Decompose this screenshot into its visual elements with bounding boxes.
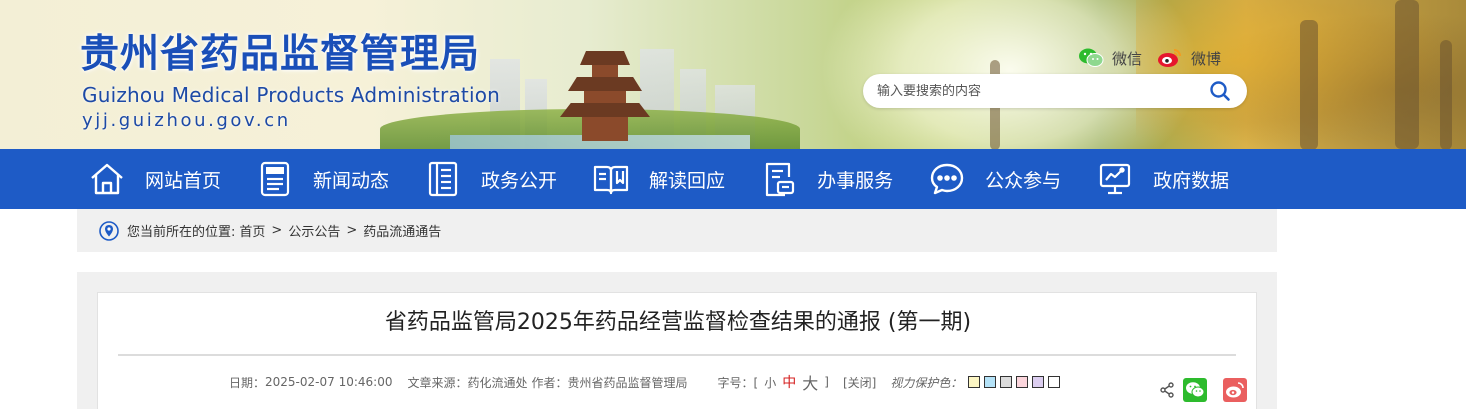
nav-home[interactable]: 网站首页 [89, 149, 221, 209]
date-value: 2025-02-07 10:46:00 [265, 375, 393, 389]
font-medium-button[interactable]: 中 [782, 372, 796, 392]
site-english-name: Guizhou Medical Products Administration [82, 83, 501, 107]
breadcrumb-link-home[interactable]: 首页 [239, 221, 265, 240]
font-size-label: 字号：[ [717, 375, 759, 390]
close-page-link[interactable]: [关闭] [843, 374, 876, 391]
wechat-label: 微信 [1112, 49, 1143, 68]
nav-gov-data[interactable]: 政府数据 [1097, 149, 1229, 209]
nav-label: 解读回应 [649, 169, 726, 192]
search-button[interactable] [1207, 78, 1233, 104]
tree-trunk [1440, 40, 1452, 149]
font-small-button[interactable]: 小 [764, 374, 776, 391]
nav-label: 政务公开 [481, 169, 558, 192]
wechat-link[interactable]: 微信 [1078, 46, 1142, 70]
site-title: 贵州省药品监督管理局 [80, 32, 481, 77]
font-large-button[interactable]: 大 [802, 370, 818, 394]
search-box [863, 74, 1247, 108]
breadcrumb-link-circulation[interactable]: 药品流通通告 [363, 221, 441, 240]
search-icon [1210, 81, 1230, 101]
site-domain: yjj.guizhou.gov.cn [82, 110, 291, 131]
location-pin-icon [99, 220, 119, 241]
data-monitor-icon [1097, 161, 1133, 197]
eye-care-swatch-pink[interactable] [1016, 376, 1029, 388]
nav-interpretation[interactable]: 解读回应 [593, 149, 725, 209]
author-value: 贵州省药品监督管理局 [567, 375, 688, 390]
jiaxiu-pavilion-illustration [560, 41, 650, 141]
nav-services[interactable]: 办事服务 [761, 149, 893, 209]
wechat-icon [1186, 382, 1205, 398]
open-book-icon [593, 161, 629, 197]
eye-care-swatch-white[interactable] [1048, 376, 1061, 388]
eye-care-swatch-yellow[interactable] [968, 376, 981, 388]
font-size-control: 字号：[ 小 中 大 ] [718, 370, 829, 394]
author-label: 作者： [531, 375, 568, 390]
nav-label: 公众参与 [985, 169, 1062, 192]
breadcrumb-prefix: 您当前所在的位置: [127, 225, 236, 240]
eye-care-label: 视力保护色： [890, 375, 963, 390]
nav-label: 新闻动态 [313, 169, 390, 192]
share-wechat-button[interactable] [1183, 378, 1207, 402]
weibo-icon [1226, 382, 1244, 398]
source-value: 药化流通处 [467, 375, 528, 390]
source-label: 文章来源： [407, 375, 468, 390]
chat-bubble-icon [929, 161, 965, 197]
main-nav: 网站首页 新闻动态 政务公开 解读回应 办事服务 公众参与 政府数据 [0, 149, 1466, 209]
share-icon [1159, 382, 1175, 398]
date-label: 日期： [229, 375, 266, 390]
document-list-icon [425, 161, 461, 197]
share-bar [1159, 378, 1247, 402]
tree-trunk [1395, 0, 1419, 149]
eye-care-swatch-purple[interactable] [1032, 376, 1045, 388]
share-weibo-button[interactable] [1223, 378, 1247, 402]
breadcrumb-link-notices[interactable]: 公示公告 [288, 221, 340, 240]
service-form-icon [761, 161, 797, 197]
eye-care-swatch-blue[interactable] [984, 376, 997, 388]
nav-label: 政府数据 [1153, 169, 1230, 192]
title-divider [118, 354, 1236, 356]
breadcrumb-separator: > [346, 223, 358, 238]
font-size-bracket: ] [824, 375, 829, 389]
weibo-link[interactable]: 微博 [1157, 46, 1221, 70]
search-input[interactable] [877, 83, 1207, 99]
nav-gov-affairs[interactable]: 政务公开 [425, 149, 557, 209]
home-icon [89, 161, 125, 197]
wechat-icon [1078, 47, 1104, 69]
article-meta: 日期： 2025-02-07 10:46:00 文章来源： 药化流通处 作者： … [229, 370, 1064, 394]
nav-label: 办事服务 [817, 169, 894, 192]
breadcrumb-separator: > [271, 223, 283, 238]
breadcrumb: 您当前所在的位置: 首页 > 公示公告 > 药品流通通告 [77, 209, 1277, 252]
nav-news[interactable]: 新闻动态 [257, 149, 389, 209]
tree-trunk [1300, 20, 1318, 149]
nav-participation[interactable]: 公众参与 [929, 149, 1061, 209]
weibo-label: 微博 [1191, 49, 1222, 68]
news-icon [257, 161, 293, 197]
eye-care-swatch-gray[interactable] [1000, 376, 1013, 388]
header-banner: 贵州省药品监督管理局 Guizhou Medical Products Admi… [0, 0, 1466, 149]
nav-label: 网站首页 [145, 169, 222, 192]
article-title: 省药品监管局2025年药品经营监督检查结果的通报 (第一期) [384, 310, 972, 335]
article-card: 省药品监管局2025年药品经营监督检查结果的通报 (第一期) 日期： 2025-… [97, 292, 1257, 409]
weibo-icon [1157, 47, 1183, 69]
